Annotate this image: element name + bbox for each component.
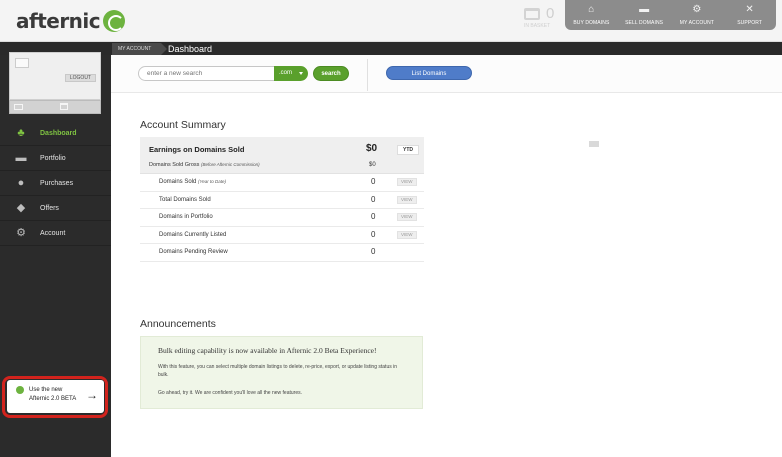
sidebar-item-label: Portfolio (40, 155, 66, 162)
row-value: 0 (371, 247, 376, 256)
sidebar-item-label: Offers (40, 205, 59, 212)
afternic-mark-icon (16, 386, 24, 394)
summary-row: Domains Currently Listed 0 VIEW (140, 227, 424, 244)
announcement-body: With this feature, you can select multip… (158, 364, 398, 378)
view-button[interactable]: VIEW (397, 195, 417, 204)
tag-icon: ◆ (16, 202, 26, 214)
nav-buy-domains[interactable]: ⌂ BUY DOMAINS (565, 0, 618, 30)
sidebar-item-label: Dashboard (40, 130, 77, 137)
list-domains-button[interactable]: List Domains (386, 66, 472, 80)
earnings-value: $0 (366, 143, 378, 154)
row-note: (Year to Date) (198, 179, 227, 184)
basket-count: 0 (546, 5, 555, 22)
beta-line-1: Use the new (29, 387, 63, 393)
summary-table: Earnings on Domains Sold $0 YTD Domains … (140, 137, 424, 262)
wrench-icon: ✕ (745, 4, 754, 15)
sidebar-item-portfolio[interactable]: ▬ Portfolio (0, 146, 111, 171)
arrow-right-icon: → (86, 388, 98, 402)
beta-promo-text: Use the new Afternic 2.0 BETA (29, 386, 89, 404)
account-card-footer (9, 100, 101, 114)
row-label: Domains Sold (Year to Date) (159, 179, 226, 185)
announcement-card: Bulk editing capability is now available… (140, 336, 423, 409)
row-value: 0 (371, 194, 376, 204)
row-label: Domains Currently Listed (159, 231, 227, 238)
row-value: 0 (371, 212, 376, 221)
logo-text: afternic (16, 9, 101, 33)
row-value: 0 (371, 229, 376, 239)
row-label: Total Domains Sold (159, 196, 211, 203)
view-button[interactable]: VIEW (397, 213, 417, 221)
basket-label: IN BASKET (524, 23, 551, 29)
summary-row: Total Domains Sold 0 VIEW (140, 192, 424, 209)
nav-my-account[interactable]: ⚙ MY ACCOUNT (671, 0, 724, 30)
row-value: 0 (371, 177, 376, 186)
nav-label: BUY DOMAINS (573, 20, 610, 26)
sidebar-nav: ♣ Dashboard ▬ Portfolio ● Purchases ◆ Of… (0, 121, 111, 246)
row-label-text: Domains Sold (159, 179, 197, 185)
search-bar: .com search List Domains (111, 55, 782, 93)
sidebar-item-offers[interactable]: ◆ Offers (0, 196, 111, 221)
tld-select[interactable]: .com (274, 66, 308, 81)
logo-mark-icon (103, 10, 126, 32)
gross-label-text: Domains Sold Gross (149, 162, 200, 168)
chevron-down-icon (299, 72, 303, 75)
gross-note: (Before Afternic Commission) (200, 162, 260, 167)
view-button[interactable]: VIEW (397, 230, 417, 239)
nav-label: SUPPORT (737, 20, 763, 26)
announcement-heading: Bulk editing capability is now available… (158, 346, 377, 355)
announcement-cta: Go ahead, try it. We are confident you'l… (158, 390, 302, 396)
nav-sell-domains[interactable]: ▬ SELL DOMAINS (618, 0, 671, 30)
basket-icon[interactable] (60, 103, 68, 110)
search-button[interactable]: search (313, 66, 349, 81)
announcements-title: Announcements (140, 318, 216, 330)
row-label: Domains Pending Review (159, 249, 228, 255)
sidebar-item-purchases[interactable]: ● Purchases (0, 171, 111, 196)
nav-label: SELL DOMAINS (625, 20, 664, 26)
search-input[interactable] (138, 66, 275, 81)
sidebar: LOGOUT ♣ Dashboard ▬ Portfolio ● Purchas… (0, 52, 111, 457)
basket-icon (524, 8, 540, 20)
store-icon: ⌂ (588, 4, 595, 15)
tree-icon: ♣ (17, 127, 25, 139)
divider (367, 59, 368, 91)
summary-row: Domains Sold (Year to Date) 0 VIEW (140, 174, 424, 192)
sidebar-item-account[interactable]: ⚙ Account (0, 221, 111, 246)
folder-icon: ▬ (639, 4, 650, 15)
gears-icon: ⚙ (16, 227, 26, 239)
top-bar: afternic 0 IN BASKET ⌂ BUY DOMAINS ▬ SEL… (0, 0, 782, 42)
afternic-logo[interactable]: afternic (16, 8, 126, 34)
summary-row: Domains in Portfolio 0 VIEW (140, 209, 424, 227)
beta-promo-button[interactable]: Use the new Afternic 2.0 BETA → (7, 380, 104, 413)
logout-button[interactable]: LOGOUT (64, 74, 96, 82)
breadcrumb-section[interactable]: MY ACCOUNT (112, 43, 168, 55)
egg-icon: ● (17, 177, 25, 189)
basket[interactable]: 0 IN BASKET (522, 4, 558, 32)
sidebar-item-label: Purchases (40, 180, 74, 187)
tld-value: .com (279, 70, 293, 76)
flag-icon (589, 141, 599, 147)
sidebar-item-label: Account (40, 230, 66, 237)
gears-icon: ⚙ (692, 4, 702, 15)
avatar (15, 58, 29, 68)
ytd-toggle[interactable]: YTD (397, 145, 419, 155)
gross-value: $0 (369, 162, 376, 168)
beta-line-2: Afternic 2.0 BETA (29, 396, 77, 402)
gross-label: Domains Sold Gross (Before Afternic Comm… (149, 162, 260, 168)
card-icon[interactable] (14, 104, 23, 110)
summary-title: Account Summary (140, 119, 226, 131)
sidebar-item-dashboard[interactable]: ♣ Dashboard (0, 121, 111, 146)
summary-row: Domains Pending Review 0 (140, 244, 424, 262)
nav-label: MY ACCOUNT (679, 20, 714, 26)
nav-support[interactable]: ✕ SUPPORT (723, 0, 776, 30)
account-card: LOGOUT (9, 52, 101, 100)
page-title: Dashboard (168, 44, 213, 54)
card-icon: ▬ (15, 152, 27, 164)
earnings-header: Earnings on Domains Sold $0 YTD Domains … (140, 137, 424, 174)
view-button[interactable]: VIEW (397, 178, 417, 186)
main-content: .com search List Domains Account Summary… (111, 55, 782, 457)
row-label: Domains in Portfolio (159, 214, 213, 220)
top-nav: ⌂ BUY DOMAINS ▬ SELL DOMAINS ⚙ MY ACCOUN… (565, 0, 776, 30)
earnings-label: Earnings on Domains Sold (149, 145, 245, 154)
